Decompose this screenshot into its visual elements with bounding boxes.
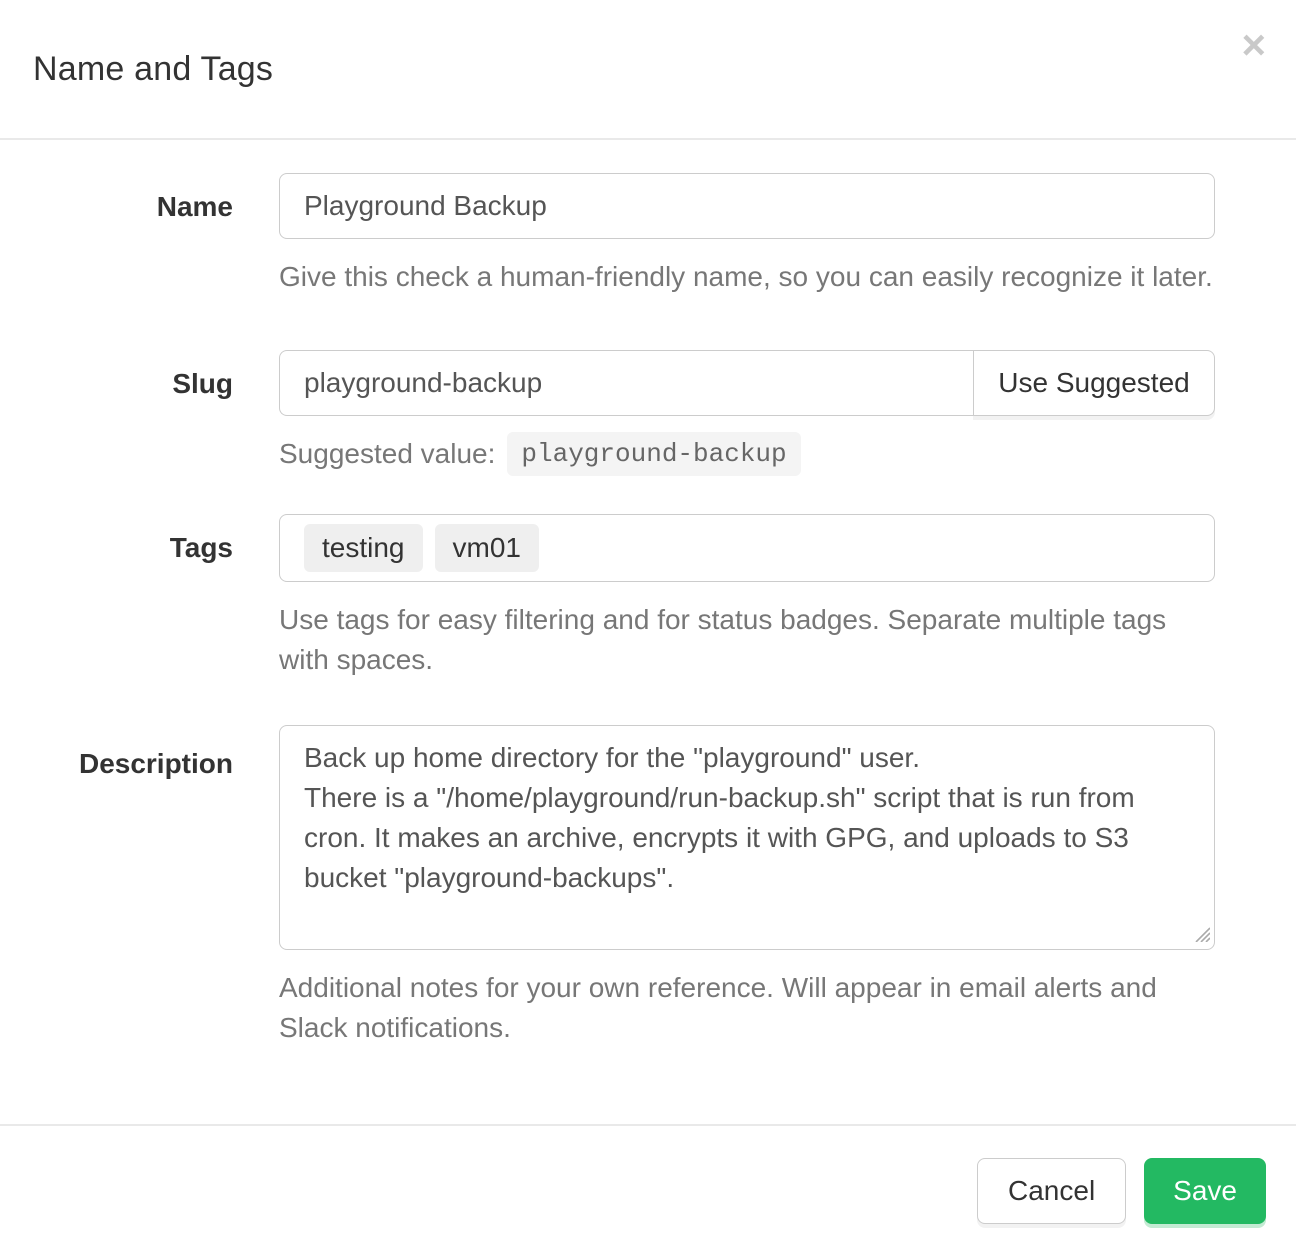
modal-footer: Cancel Save	[0, 1124, 1296, 1224]
description-textarea[interactable]: Back up home directory for the "playgrou…	[279, 725, 1215, 950]
tag-chip: testing	[304, 524, 423, 572]
tag-chip: vm01	[435, 524, 539, 572]
suggested-value-prefix: Suggested value:	[279, 438, 495, 470]
cancel-button[interactable]: Cancel	[977, 1158, 1126, 1224]
name-row: Name Give this check a human-friendly na…	[0, 173, 1296, 297]
slug-row: Slug Use Suggested Suggested value: play…	[0, 350, 1296, 476]
description-row: Description Back up home directory for t…	[0, 725, 1296, 1048]
modal-title: Name and Tags	[33, 50, 273, 89]
slug-label: Slug	[0, 350, 233, 476]
name-help-text: Give this check a human-friendly name, s…	[279, 257, 1215, 297]
tags-row: Tags testing vm01 Use tags for easy filt…	[0, 514, 1296, 680]
name-input[interactable]	[279, 173, 1215, 239]
tags-field[interactable]: testing vm01	[279, 514, 1215, 582]
modal-header: Name and Tags ×	[0, 0, 1296, 140]
use-suggested-button[interactable]: Use Suggested	[973, 350, 1215, 416]
suggested-value-code: playground-backup	[507, 432, 800, 476]
name-and-tags-modal: Name and Tags × Name Give this check a h…	[0, 0, 1296, 1254]
tags-label: Tags	[0, 514, 233, 680]
name-label: Name	[0, 173, 233, 297]
slug-input[interactable]	[279, 350, 973, 416]
save-button[interactable]: Save	[1144, 1158, 1266, 1224]
modal-body: Name Give this check a human-friendly na…	[0, 140, 1296, 1048]
suggested-value-line: Suggested value: playground-backup	[279, 432, 1215, 476]
tags-help-text: Use tags for easy filtering and for stat…	[279, 600, 1215, 680]
description-label: Description	[0, 725, 233, 1048]
description-help-text: Additional notes for your own reference.…	[279, 968, 1215, 1048]
close-icon[interactable]: ×	[1241, 24, 1266, 66]
slug-input-group: Use Suggested	[279, 350, 1215, 416]
